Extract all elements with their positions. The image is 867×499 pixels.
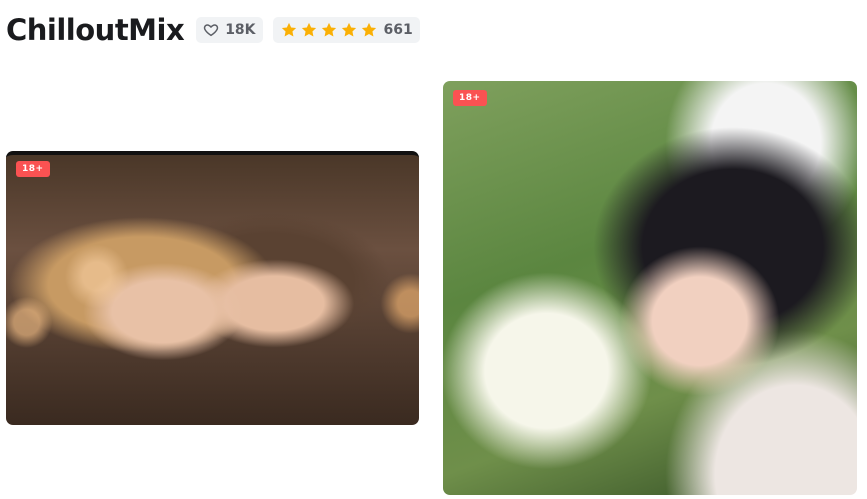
star-icon: [280, 21, 298, 39]
star-icon: [320, 21, 338, 39]
star-icon: [300, 21, 318, 39]
star-icon: [340, 21, 358, 39]
nsfw-badge: 18+: [16, 161, 50, 177]
gallery-image-card[interactable]: 18+: [6, 151, 419, 425]
gallery-image-card[interactable]: 18+: [443, 81, 857, 495]
favorite-count-pill[interactable]: 18K: [196, 17, 263, 43]
heart-icon: [203, 22, 219, 38]
model-header: ChilloutMix 18K 661: [6, 8, 420, 52]
rating-stars: [280, 21, 378, 39]
nsfw-badge: 18+: [453, 90, 487, 106]
rating-pill[interactable]: 661: [272, 17, 420, 43]
favorite-count: 18K: [225, 22, 256, 38]
model-page: ChilloutMix 18K 661 18+ 18+: [0, 0, 867, 499]
star-icon: [360, 21, 378, 39]
rating-count: 661: [383, 22, 413, 38]
page-title: ChilloutMix: [6, 13, 185, 47]
